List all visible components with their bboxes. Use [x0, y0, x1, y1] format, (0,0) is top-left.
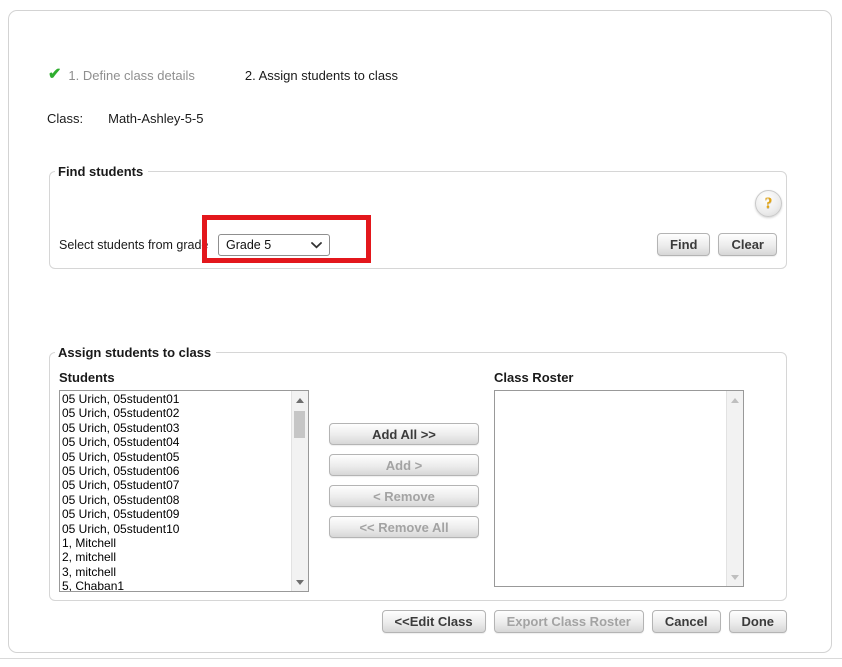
student-list-item[interactable]: 05 Urich, 05student09: [62, 507, 291, 521]
triangle-up-icon: [731, 398, 739, 403]
remove-button[interactable]: < Remove: [329, 485, 479, 507]
student-list-item[interactable]: 05 Urich, 05student06: [62, 464, 291, 478]
student-list-item[interactable]: 05 Urich, 05student10: [62, 522, 291, 536]
clear-button[interactable]: Clear: [718, 233, 777, 256]
students-scrollbar[interactable]: [291, 391, 308, 591]
step-assign-students-to-class: 2. Assign students to class: [245, 68, 398, 83]
footer-button-group: <<Edit Class Export Class Roster Cancel …: [382, 610, 787, 633]
done-button[interactable]: Done: [729, 610, 788, 633]
chevron-down-icon: [311, 242, 322, 249]
roster-scrollbar[interactable]: [726, 391, 743, 586]
scroll-down-button[interactable]: [292, 574, 308, 590]
triangle-down-icon: [731, 575, 739, 580]
scroll-up-button[interactable]: [292, 392, 308, 408]
student-list-item[interactable]: 05 Urich, 05student07: [62, 478, 291, 492]
scrollbar-thumb[interactable]: [294, 411, 305, 438]
class-roster-listbox[interactable]: [494, 390, 744, 587]
student-list-item[interactable]: 05 Urich, 05student01: [62, 392, 291, 406]
add-button[interactable]: Add >: [329, 454, 479, 476]
find-students-legend: Find students: [55, 164, 148, 179]
student-list-item[interactable]: 05 Urich, 05student02: [62, 406, 291, 420]
class-info-row: Class: Math-Ashley-5-5: [47, 111, 204, 126]
find-students-section: Find students ? Select students from gra…: [49, 171, 787, 269]
students-list: 05 Urich, 05student0105 Urich, 05student…: [60, 391, 291, 591]
grade-select[interactable]: Grade 5: [218, 234, 330, 256]
students-listbox[interactable]: 05 Urich, 05student0105 Urich, 05student…: [59, 390, 309, 592]
export-class-roster-button[interactable]: Export Class Roster: [494, 610, 644, 633]
student-list-item[interactable]: 05 Urich, 05student08: [62, 493, 291, 507]
assign-students-section: Assign students to class Students 05 Uri…: [49, 352, 787, 601]
find-clear-button-group: Find Clear: [657, 233, 777, 256]
triangle-down-icon: [296, 580, 304, 585]
edit-class-button[interactable]: <<Edit Class: [382, 610, 486, 633]
grade-select-label: Select students from grade: [59, 238, 208, 252]
find-button[interactable]: Find: [657, 233, 710, 256]
remove-all-button[interactable]: << Remove All: [329, 516, 479, 538]
assign-students-legend: Assign students to class: [55, 345, 216, 360]
class-roster-list: [495, 391, 726, 586]
student-list-item[interactable]: 1, Mitchell: [62, 536, 291, 550]
help-icon[interactable]: ?: [755, 190, 782, 217]
student-list-item[interactable]: 3, mitchell: [62, 565, 291, 579]
transfer-button-group: Add All >> Add > < Remove << Remove All: [329, 423, 479, 538]
question-mark-icon: ?: [765, 195, 773, 213]
triangle-up-icon: [296, 398, 304, 403]
class-label: Class:: [47, 111, 83, 126]
class-name-value: Math-Ashley-5-5: [108, 111, 203, 126]
grade-select-value: Grade 5: [226, 238, 271, 252]
student-list-item[interactable]: 05 Urich, 05student03: [62, 421, 291, 435]
student-list-item[interactable]: 05 Urich, 05student05: [62, 450, 291, 464]
students-list-label: Students: [59, 370, 115, 385]
student-list-item[interactable]: 05 Urich, 05student04: [62, 435, 291, 449]
class-roster-label: Class Roster: [494, 370, 573, 385]
add-all-button[interactable]: Add All >>: [329, 423, 479, 445]
check-icon: ✔: [48, 67, 61, 83]
cancel-button[interactable]: Cancel: [652, 610, 721, 633]
page-bottom-divider: [0, 658, 842, 659]
wizard-steps: ✔ 1. Define class details 2. Assign stud…: [48, 67, 398, 83]
page: ✔ 1. Define class details 2. Assign stud…: [0, 0, 842, 667]
step-define-class-details: 1. Define class details: [68, 68, 194, 83]
student-list-item[interactable]: 5, Chaban1: [62, 579, 291, 591]
scroll-up-button[interactable]: [727, 392, 743, 408]
student-list-item[interactable]: 2, mitchell: [62, 550, 291, 564]
wizard-panel: ✔ 1. Define class details 2. Assign stud…: [8, 10, 832, 653]
scroll-down-button[interactable]: [727, 569, 743, 585]
